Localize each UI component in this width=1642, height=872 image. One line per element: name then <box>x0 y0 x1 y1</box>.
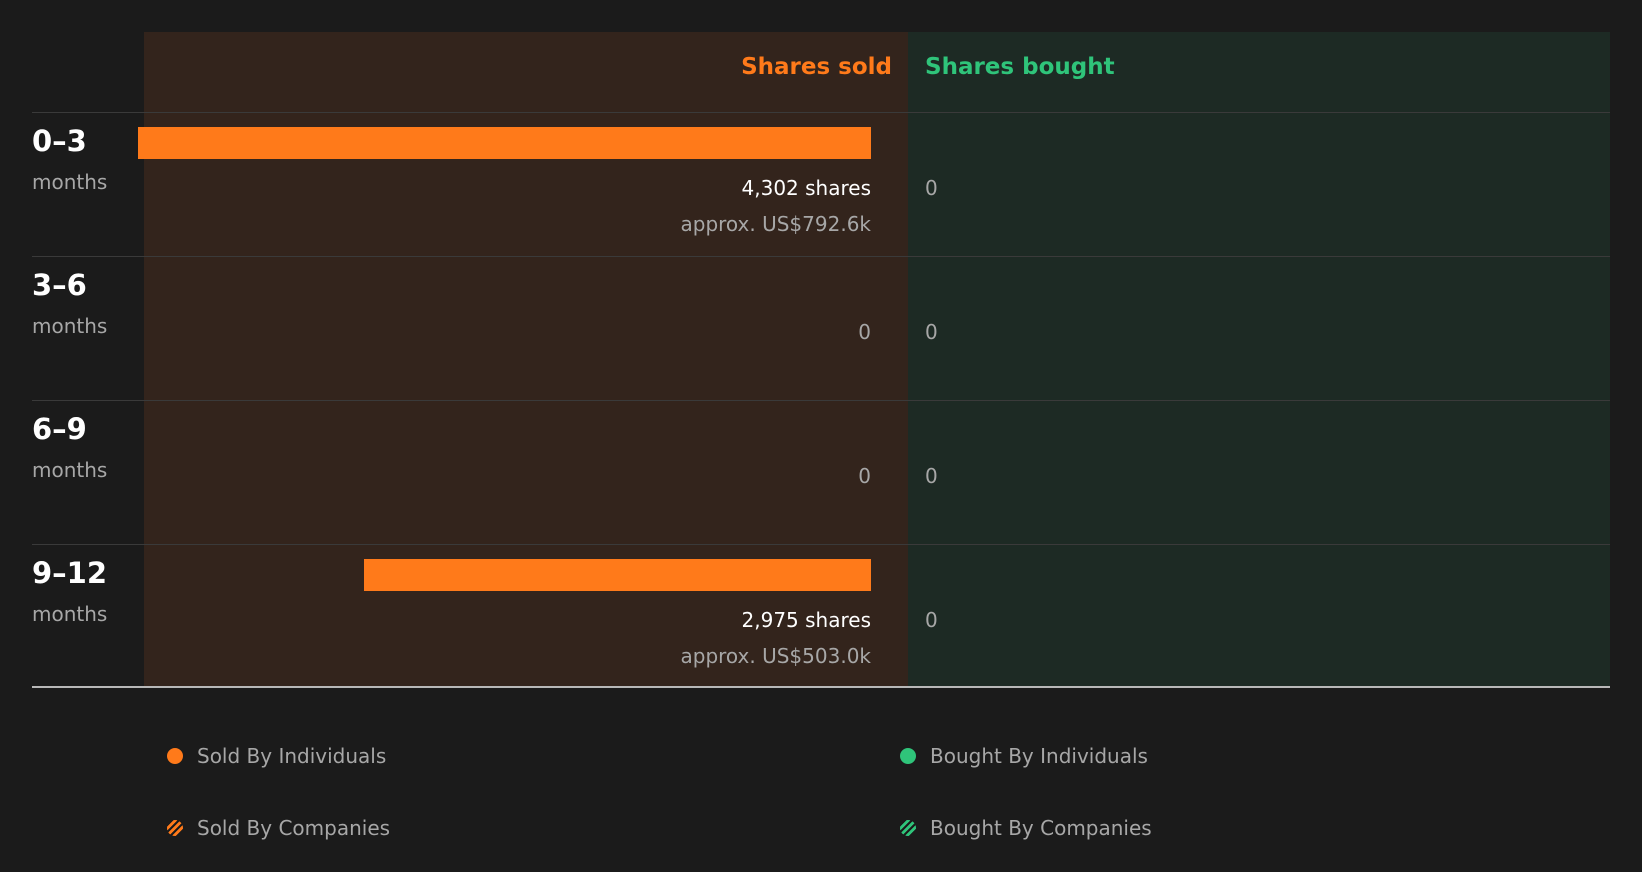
bought-value-label: 0 <box>925 176 938 200</box>
sold-individuals-dot-icon <box>167 748 183 764</box>
sold-value-label: approx. US$503.0k <box>680 644 872 668</box>
sold-bar <box>138 127 871 159</box>
legend-label: Bought By Individuals <box>930 744 1148 768</box>
bought-value-label: 0 <box>925 608 938 632</box>
period-unit: months <box>32 170 108 194</box>
period-unit: months <box>32 458 108 482</box>
row-divider <box>32 544 1610 545</box>
legend-sold-individuals: Sold By Individuals <box>167 741 386 771</box>
row-divider <box>32 112 1610 113</box>
sold-zero-label: 0 <box>858 320 871 344</box>
sold-bar <box>364 559 871 591</box>
period-label: 0–3 <box>32 124 87 158</box>
legend-label: Sold By Companies <box>197 816 391 840</box>
period-label: 9–12 <box>32 556 108 590</box>
row-divider <box>32 400 1610 401</box>
chart-baseline <box>32 686 1610 688</box>
period-unit: months <box>32 602 108 626</box>
period-unit: months <box>32 314 108 338</box>
bought-individuals-dot-icon <box>900 748 916 764</box>
legend-sold-companies: Sold By Companies <box>167 813 390 843</box>
legend-label: Bought By Companies <box>930 816 1152 840</box>
shares-sold-header: Shares sold <box>741 54 892 80</box>
bought-value-label: 0 <box>925 464 938 488</box>
legend-bought-companies: Bought By Companies <box>900 813 1152 843</box>
period-row: 9–12 months 2,975 shares approx. US$503.0k 0 <box>32 544 1610 688</box>
period-row: 0–3 months 4,302 shares approx. US$792.6k 0 <box>32 112 1610 256</box>
period-row: 6–9 months 0 0 <box>32 400 1610 544</box>
legend-bought-individuals: Bought By Individuals <box>900 741 1148 771</box>
period-label: 6–9 <box>32 412 87 446</box>
sold-value-label: approx. US$792.6k <box>680 212 872 236</box>
sold-shares-label: 4,302 shares <box>741 176 871 200</box>
period-row: 3–6 months 0 0 <box>32 256 1610 400</box>
sold-companies-hatch-icon <box>167 820 183 836</box>
period-label: 3–6 <box>32 268 87 302</box>
bought-value-label: 0 <box>925 320 938 344</box>
sold-zero-label: 0 <box>858 464 871 488</box>
bought-companies-hatch-icon <box>900 820 916 836</box>
row-divider <box>32 256 1610 257</box>
sold-shares-label: 2,975 shares <box>741 608 871 632</box>
shares-bought-header: Shares bought <box>925 54 1115 80</box>
legend-label: Sold By Individuals <box>197 744 387 768</box>
